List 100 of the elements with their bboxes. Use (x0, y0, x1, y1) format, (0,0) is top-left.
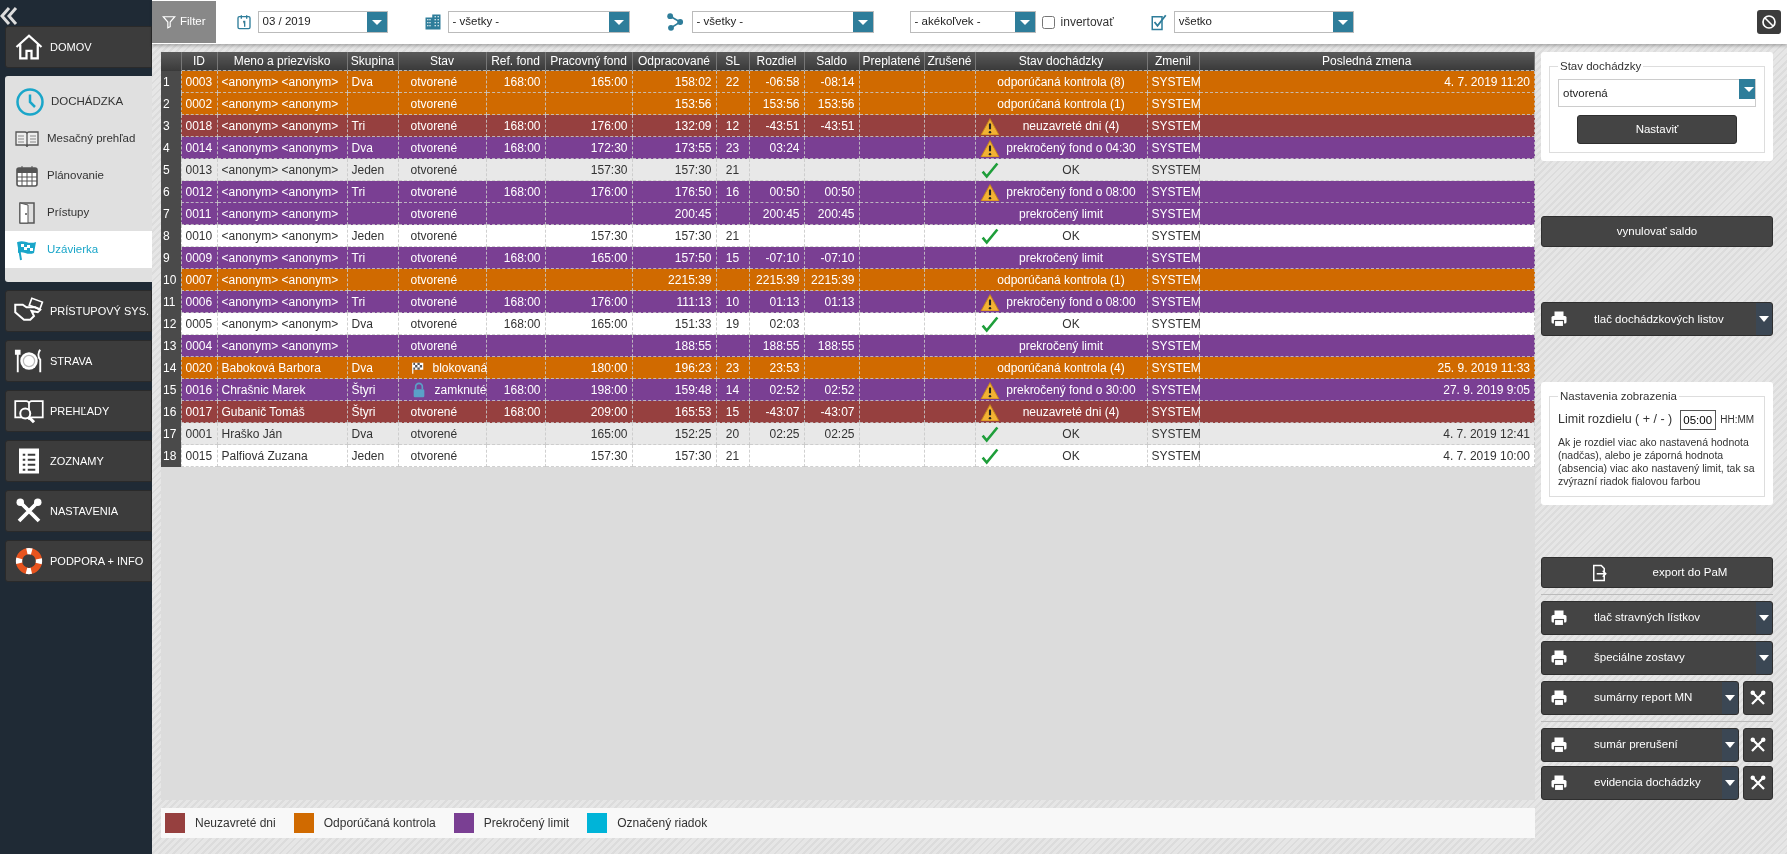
table-cell: SYSTEM (1147, 180, 1199, 203)
table-row[interactable]: 3 0018 <anonym> <anonym> Tri otvorené 168:00 176:00 132:09 12 -43:51 -43:51 neuzavreté dni (4) SYSTEM (161, 114, 1535, 137)
sidebar-subitem[interactable]: Prístupy (5, 194, 152, 231)
report-menu-button[interactable]: evidencia dochádzky (1541, 766, 1739, 800)
table-cell-text: otvorené (410, 293, 458, 311)
type-select[interactable]: - akékoľvek - (909, 11, 1036, 33)
table-cell: SYSTEM (1147, 334, 1199, 357)
print-sheets-button[interactable]: tlač dochádzkových listov (1541, 302, 1773, 337)
table-cell: Dva (347, 70, 398, 93)
table-cell: 152:25 (632, 422, 716, 445)
sidebar-item[interactable]: PODPORA + INFO (5, 540, 152, 582)
report-menu-button[interactable]: sumárny report MN (1541, 681, 1739, 715)
export-button[interactable]: export do PaM (1541, 557, 1773, 588)
table-row[interactable]: 5 0013 <anonym> <anonym> Jeden otvorené 157:30 157:30 21 OK SYSTEM (161, 158, 1535, 181)
column-header[interactable]: ID (181, 52, 217, 71)
table-cell: Štyri (347, 378, 398, 401)
column-header[interactable]: Zrušené (924, 52, 975, 71)
sidebar-item[interactable]: PRÍSTUPOVÝ SYS. (5, 290, 152, 332)
table-cell: SYSTEM (1147, 114, 1199, 137)
sidebar-item[interactable]: PREHĽADY (5, 390, 152, 432)
table-row[interactable]: 10 0007 <anonym> <anonym> otvorené 2215:39 2215:39 2215:39 odporúčaná kontrola (1) SYSTEM (161, 268, 1535, 291)
table-row[interactable]: 4 0014 <anonym> <anonym> Dva otvorené 168:00 172:30 173:55 23 03:24 prekročený fond o 04:30 SYSTEM (161, 136, 1535, 159)
table-row[interactable]: 14 0020 Baboková Barbora Dva blokovaná 180:00 196:23 23 23:53 odporúčaná kontrola (4) SYSTEM 25. 9. 2019 11:33 (161, 356, 1535, 379)
table-cell: 12 (716, 114, 749, 137)
table-cell: 2215:39 (749, 268, 804, 291)
reset-balance-button[interactable]: vynulovať saldo (1541, 216, 1773, 248)
clock-icon (15, 87, 45, 117)
table-row[interactable]: 17 0001 Hraško Ján Dva otvorené 165:00 152:25 20 02:25 02:25 OK SYSTEM 4. 7. 2019 12:41 (161, 422, 1535, 445)
table-cell: 23 (716, 356, 749, 379)
tools-button[interactable] (1743, 681, 1773, 715)
table-row[interactable]: 7 0011 <anonym> <anonym> otvorené 200:45 200:45 200:45 prekročený limit SYSTEM (161, 202, 1535, 225)
table-row[interactable]: 15 0016 Chrašnic Marek Štyri zamknuté 168:00 198:00 159:48 14 02:52 02:52 prekročený fond o 30:00 SYSTEM 27. 9. 2019 9:05 (161, 378, 1535, 401)
column-header[interactable]: Preplatené (859, 52, 924, 71)
table-cell: -07:10 (804, 246, 859, 269)
tools-button[interactable] (1743, 728, 1773, 762)
table-cell: 168:00 (486, 180, 545, 203)
table-cell: 00:50 (749, 180, 804, 203)
table-row[interactable]: 2 0002 <anonym> <anonym> otvorené 153:56 153:56 153:56 odporúčaná kontrola (1) SYSTEM (161, 92, 1535, 115)
table-cell: 132:09 (632, 114, 716, 137)
sidebar-subitem[interactable]: Plánovanie (5, 157, 152, 194)
column-header[interactable]: Saldo (804, 52, 859, 71)
sidebar-item[interactable]: STRAVA (5, 340, 152, 382)
department-select[interactable]: - všetky - (447, 11, 630, 33)
table-row[interactable]: 6 0012 <anonym> <anonym> Tri otvorené 168:00 176:00 176:50 16 00:50 00:50 prekročený fond o 08:00 SYSTEM (161, 180, 1535, 203)
filter-button[interactable]: Filter (152, 1, 216, 43)
table-cell: -07:10 (749, 246, 804, 269)
attendance-state-select[interactable]: otvorená (1558, 79, 1756, 108)
table-cell: 188:55 (632, 334, 716, 357)
set-button[interactable]: Nastaviť (1577, 115, 1737, 145)
table-row[interactable]: 8 0010 <anonym> <anonym> Jeden otvorené 157:30 157:30 21 OK SYSTEM (161, 224, 1535, 247)
column-header[interactable]: Posledná zmena (1199, 52, 1535, 71)
report-menu-button[interactable]: sumár prerušení (1541, 728, 1739, 762)
table-row[interactable]: 1 0003 <anonym> <anonym> Dva otvorené 168:00 165:00 158:02 22 -06:58 -08:14 odporúčaná kontrola (8) SYSTEM 4. 7. 2019 11:20 (161, 70, 1535, 93)
sidebar-item[interactable]: DOMOV (5, 26, 152, 68)
table-row[interactable]: 9 0009 <anonym> <anonym> Tri otvorené 168:00 165:00 157:50 15 -07:10 -07:10 prekročený limit SYSTEM (161, 246, 1535, 269)
table-cell: -43:07 (749, 400, 804, 423)
column-header[interactable]: Rozdiel (749, 52, 804, 71)
column-header[interactable]: Stav (398, 52, 486, 71)
column-header[interactable]: Ref. fond (486, 52, 545, 71)
sidebar-item[interactable]: NASTAVENIA (5, 490, 152, 532)
sidebar-item[interactable]: DOCHÁDZKA (5, 84, 152, 120)
report-menu-button[interactable]: tlač stravných lístkov (1541, 601, 1773, 635)
table-row[interactable]: 16 0017 Gubanič Tomáš Štyri otvorené 168:00 209:00 165:53 15 -43:07 -43:07 neuzavreté dni (4) SYSTEM (161, 400, 1535, 423)
column-header[interactable]: Odpracované (632, 52, 716, 71)
table-cell: 157:50 (632, 246, 716, 269)
column-header[interactable]: SL (716, 52, 749, 71)
sidebar-item[interactable]: ZOZNAMY (5, 440, 152, 482)
column-header[interactable]: Pracovný fond (545, 52, 632, 71)
column-header[interactable]: Stav dochádzky (975, 52, 1147, 71)
table-cell: 2215:39 (804, 268, 859, 291)
table-cell: 165:00 (545, 312, 632, 335)
structure-select[interactable]: - všetky - (691, 11, 874, 33)
period-select[interactable]: 03 / 2019 (257, 11, 388, 33)
column-header[interactable]: Zmenil (1147, 52, 1199, 71)
table-cell: 188:55 (804, 334, 859, 357)
column-header[interactable]: Skupina (347, 52, 398, 71)
table-cell: 168:00 (486, 136, 545, 159)
table-cell: 23 (716, 136, 749, 159)
column-header[interactable]: Meno a priezvisko (217, 52, 347, 71)
tools-button[interactable] (1743, 766, 1773, 800)
table-cell: 198:00 (545, 378, 632, 401)
table-cell: 0006 (181, 290, 217, 313)
table-row[interactable]: 12 0005 <anonym> <anonym> Dva otvorené 168:00 165:00 151:33 19 02:03 OK SYSTEM (161, 312, 1535, 335)
table-row[interactable]: 18 0015 Palfiová Zuzana Jeden otvorené 157:30 157:30 21 OK SYSTEM 4. 7. 2019 10:00 (161, 444, 1535, 467)
table-cell: SYSTEM (1147, 400, 1199, 423)
table-cell: 0018 (181, 114, 217, 137)
table-cell: 2215:39 (632, 268, 716, 291)
state-select[interactable]: všetko (1173, 11, 1354, 33)
attendance-status: odporúčaná kontrola (4) (996, 359, 1126, 377)
printer-icon (1550, 310, 1568, 329)
attendance-status: OK (1061, 447, 1081, 465)
table-row[interactable]: 11 0006 <anonym> <anonym> Tri otvorené 168:00 176:00 111:13 10 01:13 01:13 prekročený fond o 08:00 SYSTEM (161, 290, 1535, 313)
limit-input[interactable]: 05:00 (1680, 409, 1717, 430)
cancel-filter-button[interactable] (1757, 10, 1781, 34)
invert-checkbox[interactable] (1041, 15, 1055, 29)
report-menu-button[interactable]: špeciálne zostavy (1541, 641, 1773, 675)
table-row[interactable]: 13 0004 <anonym> <anonym> otvorené 188:55 188:55 188:55 prekročený limit SYSTEM (161, 334, 1535, 357)
sidebar-subitem[interactable]: Mesačný prehľad (5, 120, 152, 157)
table-cell-text: otvorené (410, 227, 458, 245)
row-number: 11 (161, 290, 181, 313)
